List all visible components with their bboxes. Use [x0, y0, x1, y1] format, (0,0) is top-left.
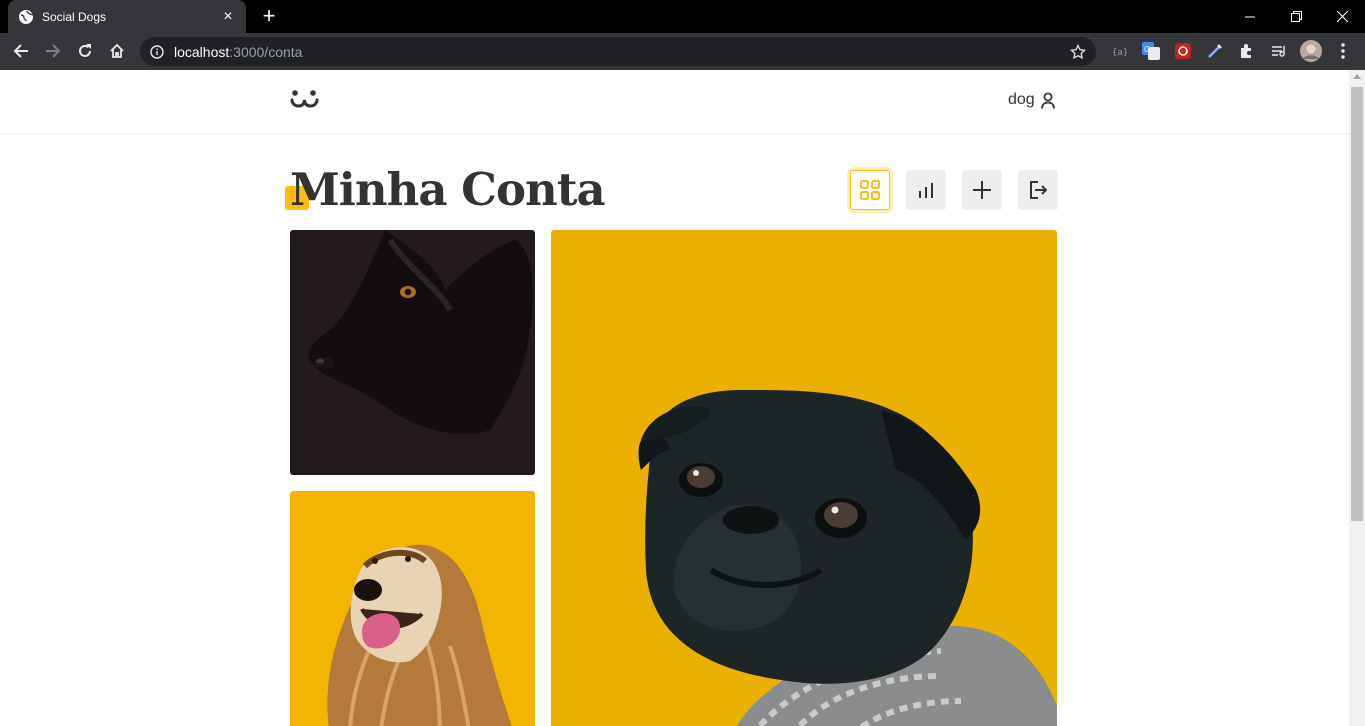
window-close-icon[interactable]: [1319, 0, 1365, 33]
tab-close-icon[interactable]: ×: [220, 8, 236, 25]
afghan-hound-photo[interactable]: [290, 491, 535, 726]
scrollbar-thumb[interactable]: [1351, 87, 1363, 521]
plus-icon: [973, 181, 991, 199]
svg-text:{a}: {a}: [1112, 48, 1127, 58]
grid-icon: [860, 180, 880, 200]
new-tab-plus-icon[interactable]: +: [258, 5, 280, 27]
globe-icon: [18, 9, 34, 25]
address-bar[interactable]: localhost:3000/conta: [140, 37, 1096, 66]
browser-toolbar: localhost:3000/conta {a} G: [0, 33, 1365, 70]
pug-photo[interactable]: [551, 230, 1057, 726]
star-icon[interactable]: [1070, 43, 1086, 60]
logout-button[interactable]: [1018, 170, 1058, 210]
user-icon: [1040, 92, 1055, 109]
eyedropper-icon[interactable]: [1206, 42, 1224, 60]
svg-text:G: G: [1144, 45, 1150, 54]
tab-title: Social Dogs: [42, 9, 107, 24]
browser-tabbar: Social Dogs × +: [0, 0, 1365, 33]
page-title-wrap: Minha Conta: [285, 160, 606, 220]
translate-icon[interactable]: G: [1142, 42, 1160, 60]
page-title: Minha Conta: [290, 163, 606, 216]
site-header: dog: [0, 70, 1349, 134]
statistics-button[interactable]: [906, 170, 946, 210]
scroll-up-icon[interactable]: [1353, 74, 1361, 79]
back-icon[interactable]: [7, 37, 35, 65]
page-scrollbar[interactable]: [1349, 70, 1365, 726]
web-page: dog Minha Conta: [0, 70, 1349, 726]
home-icon[interactable]: [103, 37, 131, 65]
post-photo-button[interactable]: [962, 170, 1002, 210]
login-link[interactable]: dog: [1008, 91, 1055, 109]
profile-avatar[interactable]: [1300, 40, 1322, 62]
bar-chart-icon: [917, 182, 935, 198]
logout-icon: [1029, 181, 1047, 199]
info-icon[interactable]: [150, 44, 164, 59]
url-text: localhost:3000/conta: [174, 44, 1070, 60]
puzzle-icon[interactable]: [1238, 42, 1256, 60]
dog-logo-icon[interactable]: [290, 88, 320, 114]
reload-icon[interactable]: [71, 37, 99, 65]
username: dog: [1008, 91, 1035, 108]
forward-icon[interactable]: [39, 37, 67, 65]
extension-json-icon[interactable]: {a}: [1110, 42, 1128, 60]
minimize-icon[interactable]: [1227, 0, 1273, 33]
browser-tab[interactable]: Social Dogs ×: [8, 0, 246, 33]
browser-menu-icon[interactable]: [1334, 42, 1352, 60]
extension-red-icon[interactable]: [1174, 42, 1192, 60]
black-dog-photo[interactable]: [290, 230, 535, 475]
url-host: localhost: [174, 43, 230, 60]
feed-grid-button[interactable]: [850, 170, 890, 210]
reading-list-icon[interactable]: [1270, 42, 1288, 60]
restore-icon[interactable]: [1273, 0, 1319, 33]
url-path: :3000/conta: [229, 43, 303, 60]
